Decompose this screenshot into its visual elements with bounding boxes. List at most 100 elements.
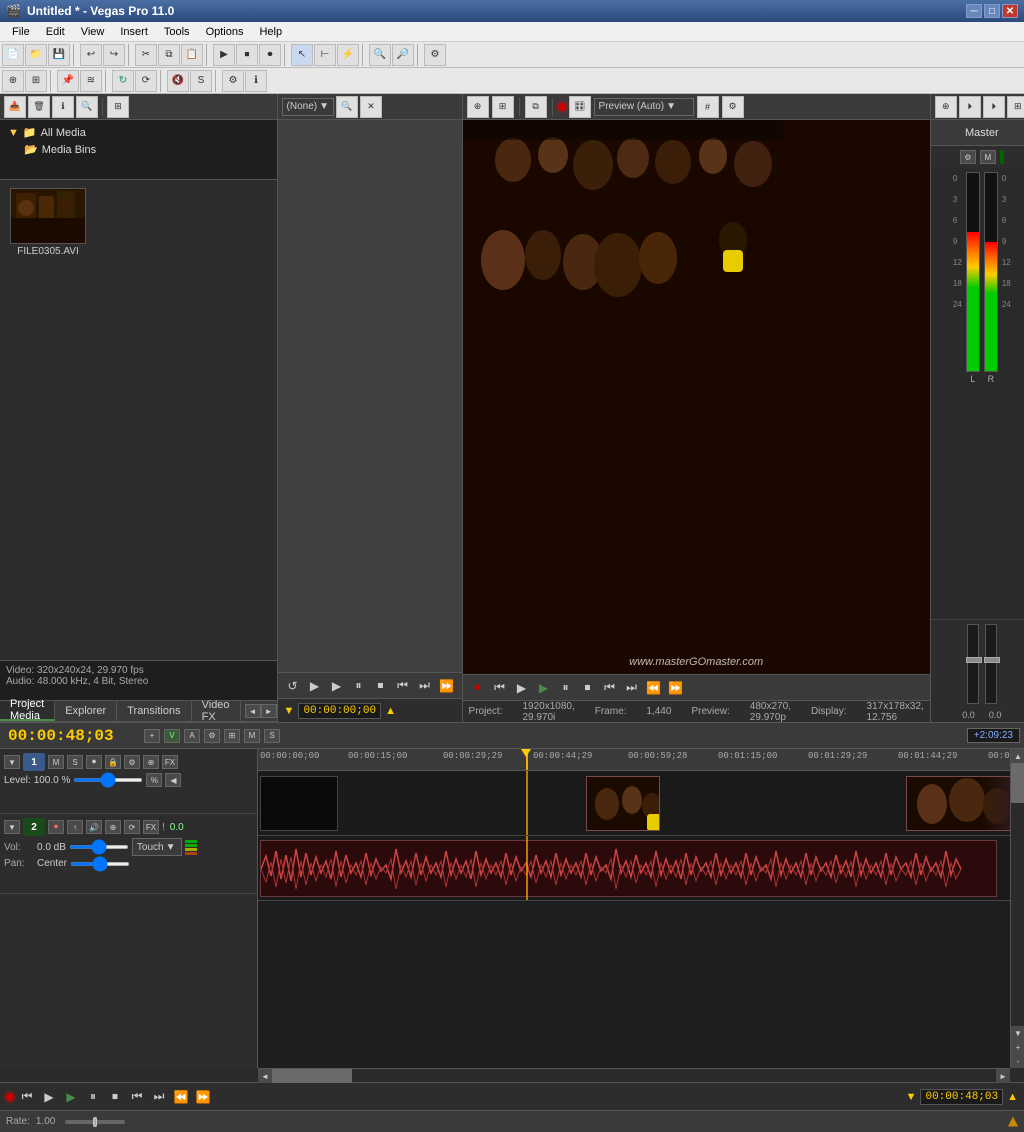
pv-rewind-btn[interactable]: ⏪ bbox=[645, 679, 663, 697]
video-solo-btn[interactable]: S bbox=[67, 755, 83, 769]
pv-channel-btn[interactable]: 🎛 bbox=[569, 96, 591, 118]
audio-input-btn[interactable]: ↑ bbox=[67, 820, 83, 834]
trim-zoom-btn[interactable]: 🔍 bbox=[336, 96, 358, 118]
scroll-thumb[interactable] bbox=[1011, 763, 1024, 803]
pv-ext-btn[interactable]: ⧉ bbox=[525, 96, 547, 118]
tb2-ripple[interactable]: ≋ bbox=[80, 70, 102, 92]
video-settings-btn2[interactable]: ⚙ bbox=[124, 755, 140, 769]
menu-edit[interactable]: Edit bbox=[38, 22, 73, 42]
tb-stop[interactable]: ⏹ bbox=[236, 44, 258, 66]
maximize-button[interactable]: □ bbox=[984, 4, 1000, 18]
tl-mute-all-btn[interactable]: M bbox=[244, 729, 260, 743]
video-fx-btn[interactable]: FX bbox=[162, 755, 178, 769]
scroll-plus-btn[interactable]: + bbox=[1011, 1040, 1024, 1054]
trans-ff-btn[interactable]: ⏩ bbox=[194, 1088, 212, 1106]
tb2-preferences[interactable]: ⚙ bbox=[222, 70, 244, 92]
media-views-btn[interactable]: ⊞ bbox=[107, 96, 129, 118]
trans-play-btn[interactable]: ▶ bbox=[40, 1088, 58, 1106]
trans-rewind-btn[interactable]: ⏪ bbox=[172, 1088, 190, 1106]
vol-slider[interactable] bbox=[69, 845, 129, 849]
tb2-solo[interactable]: S bbox=[190, 70, 212, 92]
master-fader-left[interactable] bbox=[967, 624, 979, 704]
scroll-minus-btn[interactable]: - bbox=[1011, 1054, 1024, 1068]
tree-item-all-media[interactable]: ▼ 📁 All Media bbox=[4, 124, 273, 141]
trans-stop-btn[interactable]: ⏹ bbox=[106, 1088, 124, 1106]
tb-save[interactable]: 💾 bbox=[48, 44, 70, 66]
scroll-up-btn[interactable]: ▲ bbox=[1011, 749, 1024, 763]
h-scroll-right-btn[interactable]: ► bbox=[996, 1069, 1010, 1083]
tb-trim[interactable]: ⊢ bbox=[314, 44, 336, 66]
video-collapse-btn[interactable]: ◀ bbox=[165, 773, 181, 787]
touch-mode-dropdown[interactable]: Touch ▼ bbox=[132, 838, 182, 856]
pv-play-btn[interactable]: ▶ bbox=[513, 679, 531, 697]
tb2-properties[interactable]: ℹ bbox=[245, 70, 267, 92]
tb-select[interactable]: ↖ bbox=[291, 44, 313, 66]
fader-knob-right[interactable] bbox=[984, 657, 1000, 663]
video-mute-btn[interactable]: M bbox=[48, 755, 64, 769]
tb-zoom-in[interactable]: 🔍 bbox=[369, 44, 391, 66]
tb-redo[interactable]: ↪ bbox=[103, 44, 125, 66]
video-lock-btn[interactable]: 🔒 bbox=[105, 755, 121, 769]
tab-transitions[interactable]: Transitions bbox=[117, 701, 191, 721]
trans-go-start[interactable]: ⏮ bbox=[18, 1088, 36, 1106]
media-delete-btn[interactable]: 🗑 bbox=[28, 96, 50, 118]
video-clip-crowd[interactable] bbox=[586, 776, 660, 831]
close-button[interactable]: ✕ bbox=[1002, 4, 1018, 18]
tl-add-track-btn[interactable]: + bbox=[144, 729, 160, 743]
h-scroll-left-btn[interactable]: ◄ bbox=[258, 1069, 272, 1083]
tb2-loop[interactable]: ↻ bbox=[112, 70, 134, 92]
pv-record-btn[interactable]: ⏺ bbox=[469, 679, 487, 697]
audio-interp-btn[interactable]: ⟳ bbox=[124, 820, 140, 834]
pv-prev-frame-btn[interactable]: ⏮ bbox=[601, 679, 619, 697]
pv-stop-btn[interactable]: ⏹ bbox=[579, 679, 597, 697]
trim-pause-btn[interactable]: ⏸ bbox=[350, 677, 368, 695]
tb2-snapping[interactable]: ⊕ bbox=[2, 70, 24, 92]
rate-slider-track[interactable] bbox=[65, 1120, 125, 1124]
pv-pause-btn[interactable]: ⏸ bbox=[557, 679, 575, 697]
trim-close-btn[interactable]: ✕ bbox=[360, 96, 382, 118]
tb-paste[interactable]: 📋 bbox=[181, 44, 203, 66]
pan-slider[interactable] bbox=[70, 862, 130, 866]
tb-undo[interactable]: ↩ bbox=[80, 44, 102, 66]
audio-monitor-btn[interactable]: 🔊 bbox=[86, 820, 102, 834]
video-level-slider[interactable] bbox=[73, 778, 143, 782]
audio-expand-btn[interactable]: ▼ bbox=[4, 820, 20, 834]
tab-scroll-right-btn[interactable]: ► bbox=[261, 704, 277, 718]
h-scroll-track[interactable] bbox=[272, 1069, 996, 1082]
media-search-btn[interactable]: 🔍 bbox=[76, 96, 98, 118]
audio-comp-btn[interactable]: ⊕ bbox=[105, 820, 121, 834]
video-clip-black[interactable] bbox=[260, 776, 338, 831]
pv-go-start-btn[interactable]: ⏮ bbox=[491, 679, 509, 697]
menu-options[interactable]: Options bbox=[198, 22, 252, 42]
trim-play-sel-btn[interactable]: ▶ bbox=[328, 677, 346, 695]
tb-copy[interactable]: ⧉ bbox=[158, 44, 180, 66]
tab-video-fx[interactable]: Video FX bbox=[192, 701, 241, 721]
tl-solo-all-btn[interactable]: S bbox=[264, 729, 280, 743]
video-compositing-btn[interactable]: ⊕ bbox=[143, 755, 159, 769]
tb-cut[interactable]: ✂ bbox=[135, 44, 157, 66]
rate-slider-thumb[interactable] bbox=[93, 1117, 97, 1127]
tb2-enable-snap[interactable]: 📌 bbox=[57, 70, 79, 92]
video-expand-btn[interactable]: ▼ bbox=[4, 755, 20, 769]
tb-new[interactable]: 📄 bbox=[2, 44, 24, 66]
minimize-button[interactable]: ─ bbox=[966, 4, 982, 18]
tree-item-media-bins[interactable]: 📂 Media Bins bbox=[4, 141, 273, 158]
pv-zoom-btn[interactable]: ⊞ bbox=[492, 96, 514, 118]
video-clip-crowd2[interactable] bbox=[906, 776, 1010, 831]
tb-render[interactable]: ⚙ bbox=[424, 44, 446, 66]
menu-view[interactable]: View bbox=[73, 22, 113, 42]
tab-scroll-left-btn[interactable]: ◄ bbox=[245, 704, 261, 718]
tab-explorer[interactable]: Explorer bbox=[55, 701, 117, 721]
media-item-0[interactable]: FILE0305.AVI bbox=[8, 188, 88, 257]
trans-next-btn[interactable]: ⏭ bbox=[150, 1088, 168, 1106]
menu-file[interactable]: File bbox=[4, 22, 38, 42]
menu-tools[interactable]: Tools bbox=[156, 22, 198, 42]
h-scroll-thumb[interactable] bbox=[272, 1069, 352, 1083]
tl-audio-track-btn[interactable]: A bbox=[184, 729, 200, 743]
audio-tb1[interactable]: ⊕ bbox=[935, 96, 957, 118]
tb2-sync[interactable]: ⟳ bbox=[135, 70, 157, 92]
trim-stop-btn[interactable]: ⏹ bbox=[372, 677, 390, 695]
audio-tb4[interactable]: ⊞ bbox=[1007, 96, 1024, 118]
tb-open[interactable]: 📁 bbox=[25, 44, 47, 66]
trim-refresh-btn[interactable]: ↺ bbox=[284, 677, 302, 695]
